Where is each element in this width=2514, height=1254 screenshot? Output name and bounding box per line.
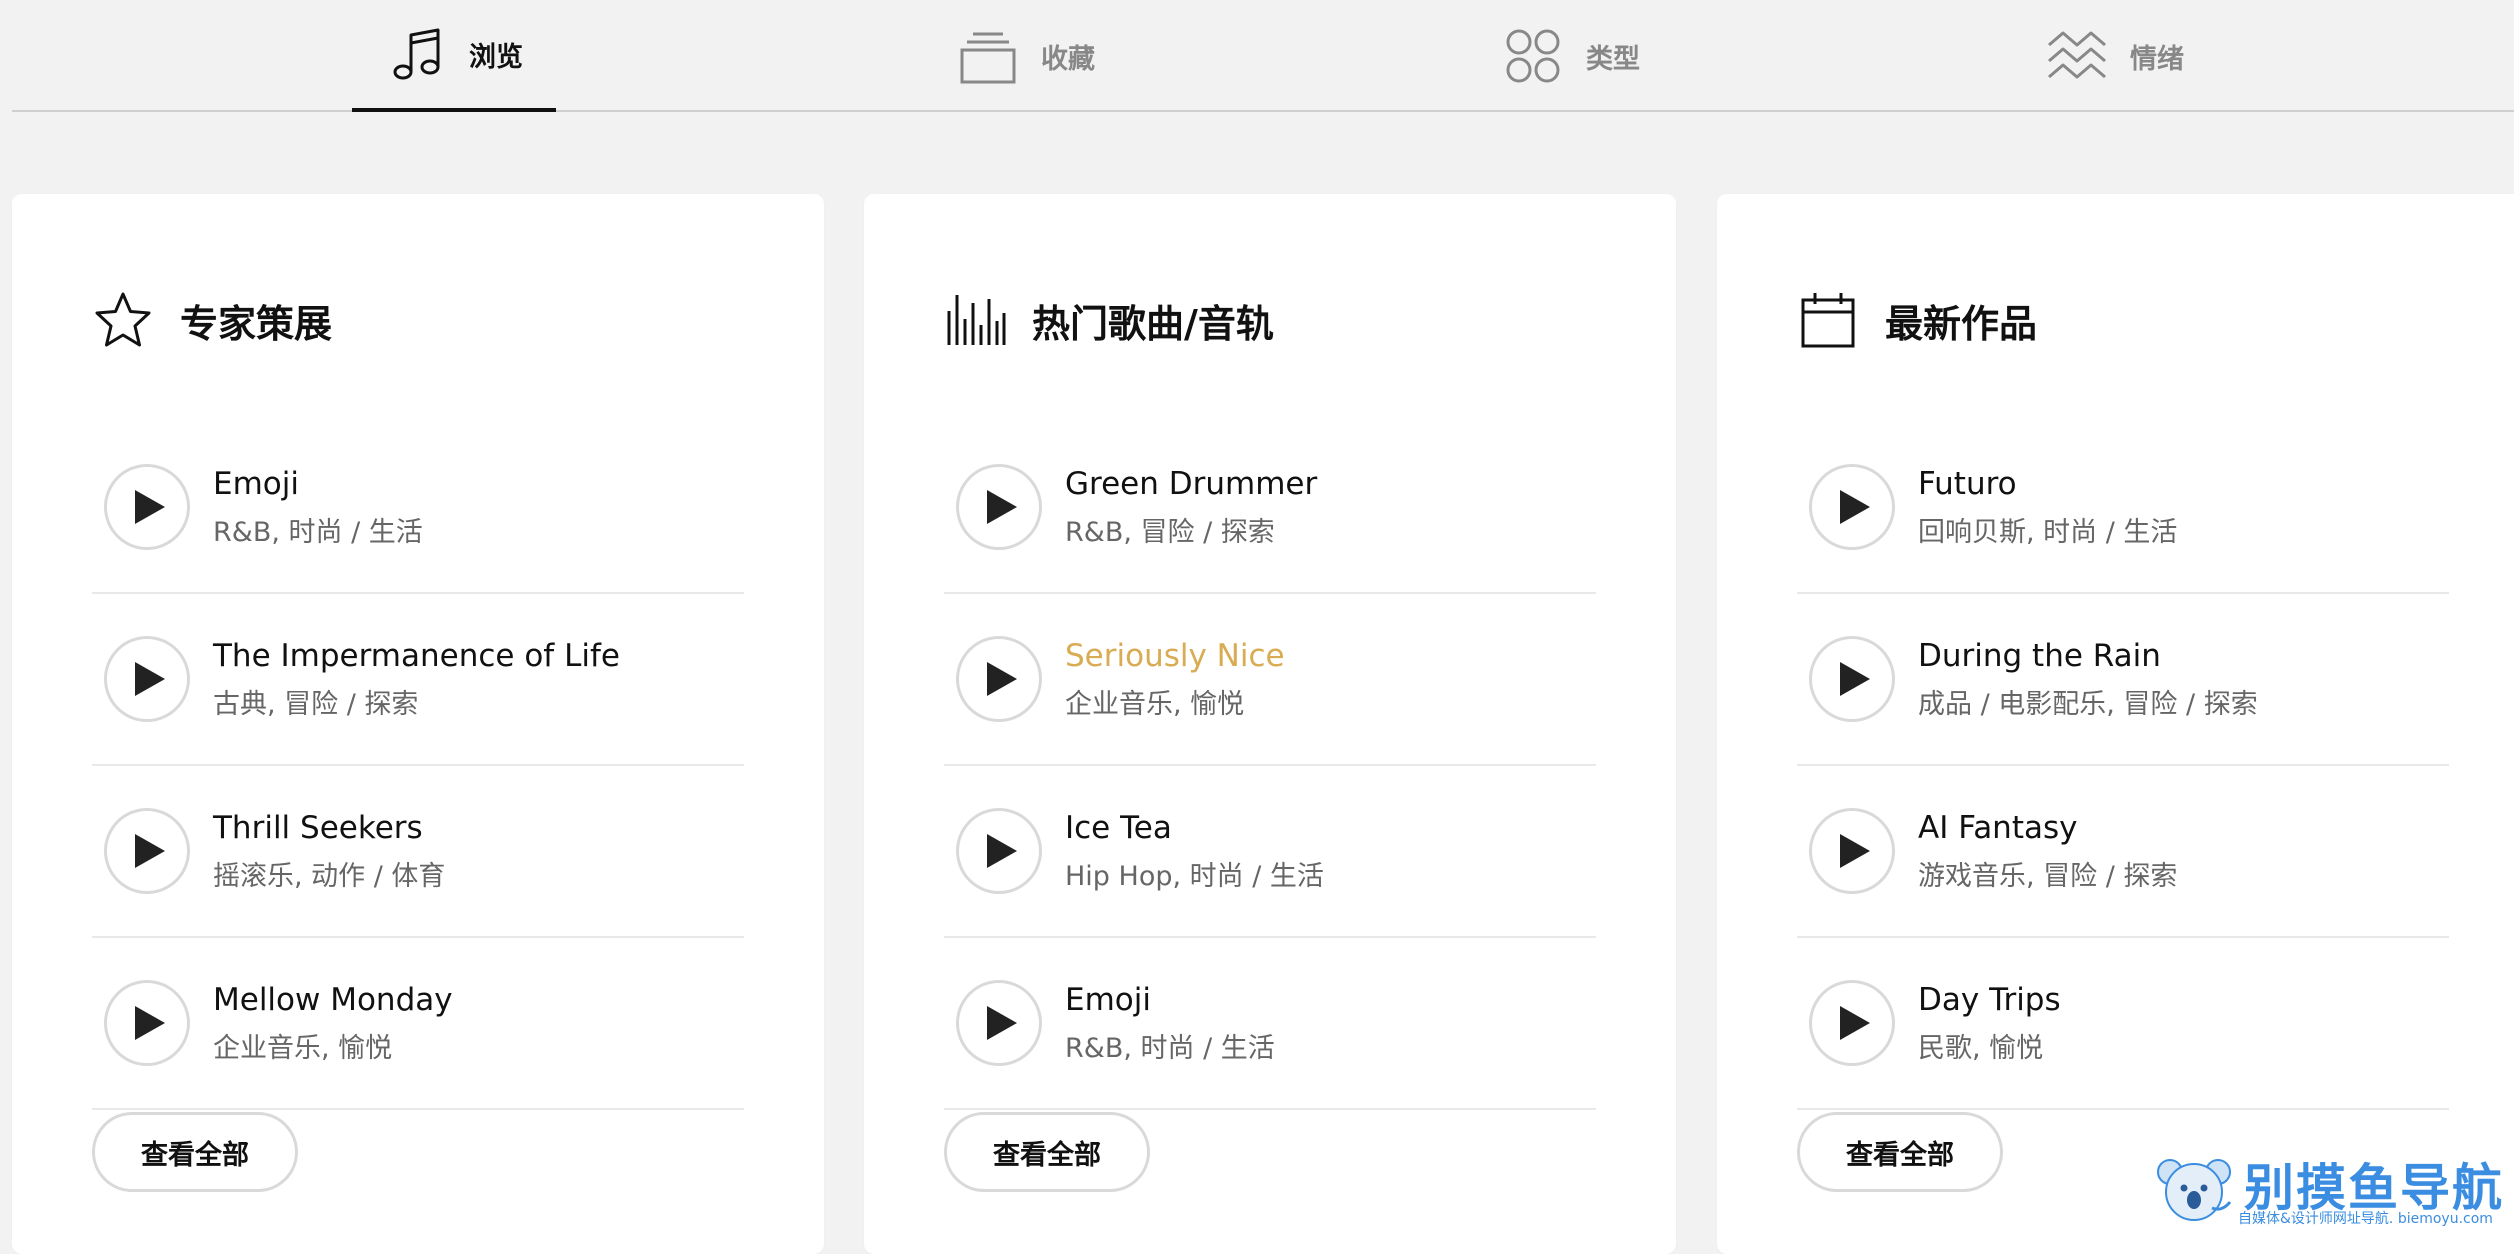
- play-icon: [987, 834, 1017, 868]
- music-note-icon: [385, 23, 447, 85]
- track-tags: 游戏音乐, 冒险 / 探索: [1918, 861, 2178, 892]
- track-row: Emoji R&B, 时尚 / 生活: [92, 422, 744, 594]
- curated-card: 专家策展 Emoji R&B, 时尚 / 生活 The Impermanence…: [12, 194, 824, 1254]
- track-tags: 企业音乐, 愉悦: [1065, 689, 1245, 720]
- track-tags: Hip Hop, 时尚 / 生活: [1065, 861, 1324, 892]
- track-title[interactable]: Emoji: [213, 466, 299, 502]
- track-row: Ice Tea Hip Hop, 时尚 / 生活: [944, 766, 1596, 938]
- play-button[interactable]: [104, 464, 190, 550]
- play-button[interactable]: [956, 464, 1042, 550]
- watermark: 别摸鱼导航 自媒体&设计师网址导航. biemoyu.com: [2148, 1146, 2504, 1230]
- trending-card: 热门歌曲/音轨 Green Drummer R&B, 冒险 / 探索 Serio…: [864, 194, 1676, 1254]
- card-title: 专家策展: [180, 301, 333, 346]
- play-button[interactable]: [956, 808, 1042, 894]
- tab-browse-label: 浏览: [469, 41, 523, 73]
- tab-genres[interactable]: 类型: [1469, 0, 1673, 112]
- track-title[interactable]: During the Rain: [1918, 638, 2161, 674]
- track-row: Emoji R&B, 时尚 / 生活: [944, 938, 1596, 1110]
- view-all-button[interactable]: 查看全部: [92, 1112, 298, 1192]
- collection-stack-icon: [957, 25, 1019, 87]
- tab-moods[interactable]: 情绪: [2013, 0, 2217, 112]
- track-title-hovered[interactable]: Seriously Nice: [1065, 638, 1285, 674]
- play-icon: [987, 662, 1017, 696]
- play-button[interactable]: [104, 808, 190, 894]
- play-button[interactable]: [956, 980, 1042, 1066]
- track-title[interactable]: Day Trips: [1918, 982, 2061, 1018]
- track-tags: 民歌, 愉悦: [1918, 1033, 2044, 1064]
- play-icon: [135, 1006, 165, 1040]
- card-title: 最新作品: [1885, 301, 2038, 346]
- tab-moods-label: 情绪: [2130, 43, 2184, 75]
- play-icon: [1840, 490, 1870, 524]
- four-circles-grid-icon: [1502, 25, 1564, 87]
- play-icon: [1840, 1006, 1870, 1040]
- tab-browse[interactable]: 浏览: [352, 0, 556, 112]
- track-row: During the Rain 成品 / 电影配乐, 冒险 / 探索: [1797, 594, 2449, 766]
- card-title: 热门歌曲/音轨: [1032, 301, 1274, 346]
- track-list: Futuro 回响贝斯, 时尚 / 生活 During the Rain 成品 …: [1797, 422, 2449, 1110]
- track-tags: 企业音乐, 愉悦: [213, 1033, 393, 1064]
- play-button[interactable]: [1809, 636, 1895, 722]
- track-title[interactable]: Ice Tea: [1065, 810, 1172, 846]
- track-row: AI Fantasy 游戏音乐, 冒险 / 探索: [1797, 766, 2449, 938]
- track-title[interactable]: The Impermanence of Life: [213, 638, 620, 674]
- tab-collections[interactable]: 收藏: [924, 0, 1128, 112]
- play-button[interactable]: [956, 636, 1042, 722]
- koala-logo-icon: [2156, 1150, 2236, 1226]
- track-row: Day Trips 民歌, 愉悦: [1797, 938, 2449, 1110]
- track-tags: R&B, 冒险 / 探索: [1065, 517, 1275, 548]
- tab-collections-label: 收藏: [1041, 43, 1095, 75]
- track-tags: 古典, 冒险 / 探索: [213, 689, 419, 720]
- play-icon: [135, 662, 165, 696]
- play-button[interactable]: [1809, 808, 1895, 894]
- track-tags: R&B, 时尚 / 生活: [1065, 1033, 1275, 1064]
- bars-chart-icon: [944, 289, 1006, 351]
- track-row: Futuro 回响贝斯, 时尚 / 生活: [1797, 422, 2449, 594]
- card-header: 最新作品: [1797, 290, 2037, 350]
- new-releases-card: 最新作品 Futuro 回响贝斯, 时尚 / 生活 During the Rai…: [1717, 194, 2514, 1254]
- view-all-button[interactable]: 查看全部: [944, 1112, 1150, 1192]
- track-title[interactable]: Futuro: [1918, 466, 2017, 502]
- play-button[interactable]: [104, 980, 190, 1066]
- track-tags: 摇滚乐, 动作 / 体育: [213, 861, 446, 892]
- play-button[interactable]: [1809, 980, 1895, 1066]
- view-all-button[interactable]: 查看全部: [1797, 1112, 2003, 1192]
- track-tags: 回响贝斯, 时尚 / 生活: [1918, 517, 2178, 548]
- track-tags: 成品 / 电影配乐, 冒险 / 探索: [1918, 689, 2258, 720]
- play-icon: [1840, 834, 1870, 868]
- play-button[interactable]: [1809, 464, 1895, 550]
- track-list: Green Drummer R&B, 冒险 / 探索 Seriously Nic…: [944, 422, 1596, 1110]
- track-row: Thrill Seekers 摇滚乐, 动作 / 体育: [92, 766, 744, 938]
- tab-genres-label: 类型: [1586, 43, 1640, 75]
- track-tags: R&B, 时尚 / 生活: [213, 517, 423, 548]
- play-icon: [135, 490, 165, 524]
- track-title[interactable]: Emoji: [1065, 982, 1151, 1018]
- play-icon: [987, 1006, 1017, 1040]
- waves-icon: [2046, 25, 2108, 87]
- card-header: 专家策展: [92, 290, 332, 350]
- play-icon: [987, 490, 1017, 524]
- card-header: 热门歌曲/音轨: [944, 290, 1274, 350]
- calendar-icon: [1797, 289, 1859, 351]
- track-title[interactable]: Green Drummer: [1065, 466, 1317, 502]
- play-icon: [1840, 662, 1870, 696]
- top-tab-bar: 浏览 收藏 类型 情绪: [12, 0, 2514, 112]
- play-button[interactable]: [104, 636, 190, 722]
- play-icon: [135, 834, 165, 868]
- track-row: Mellow Monday 企业音乐, 愉悦: [92, 938, 744, 1110]
- track-row: Seriously Nice 企业音乐, 愉悦: [944, 594, 1596, 766]
- track-row: The Impermanence of Life 古典, 冒险 / 探索: [92, 594, 744, 766]
- track-title[interactable]: Thrill Seekers: [213, 810, 423, 846]
- watermark-subtitle: 自媒体&设计师网址导航. biemoyu.com: [2238, 1211, 2493, 1227]
- track-title[interactable]: AI Fantasy: [1918, 810, 2077, 846]
- star-icon: [92, 289, 154, 351]
- track-title[interactable]: Mellow Monday: [213, 982, 453, 1018]
- track-row: Green Drummer R&B, 冒险 / 探索: [944, 422, 1596, 594]
- track-list: Emoji R&B, 时尚 / 生活 The Impermanence of L…: [92, 422, 744, 1110]
